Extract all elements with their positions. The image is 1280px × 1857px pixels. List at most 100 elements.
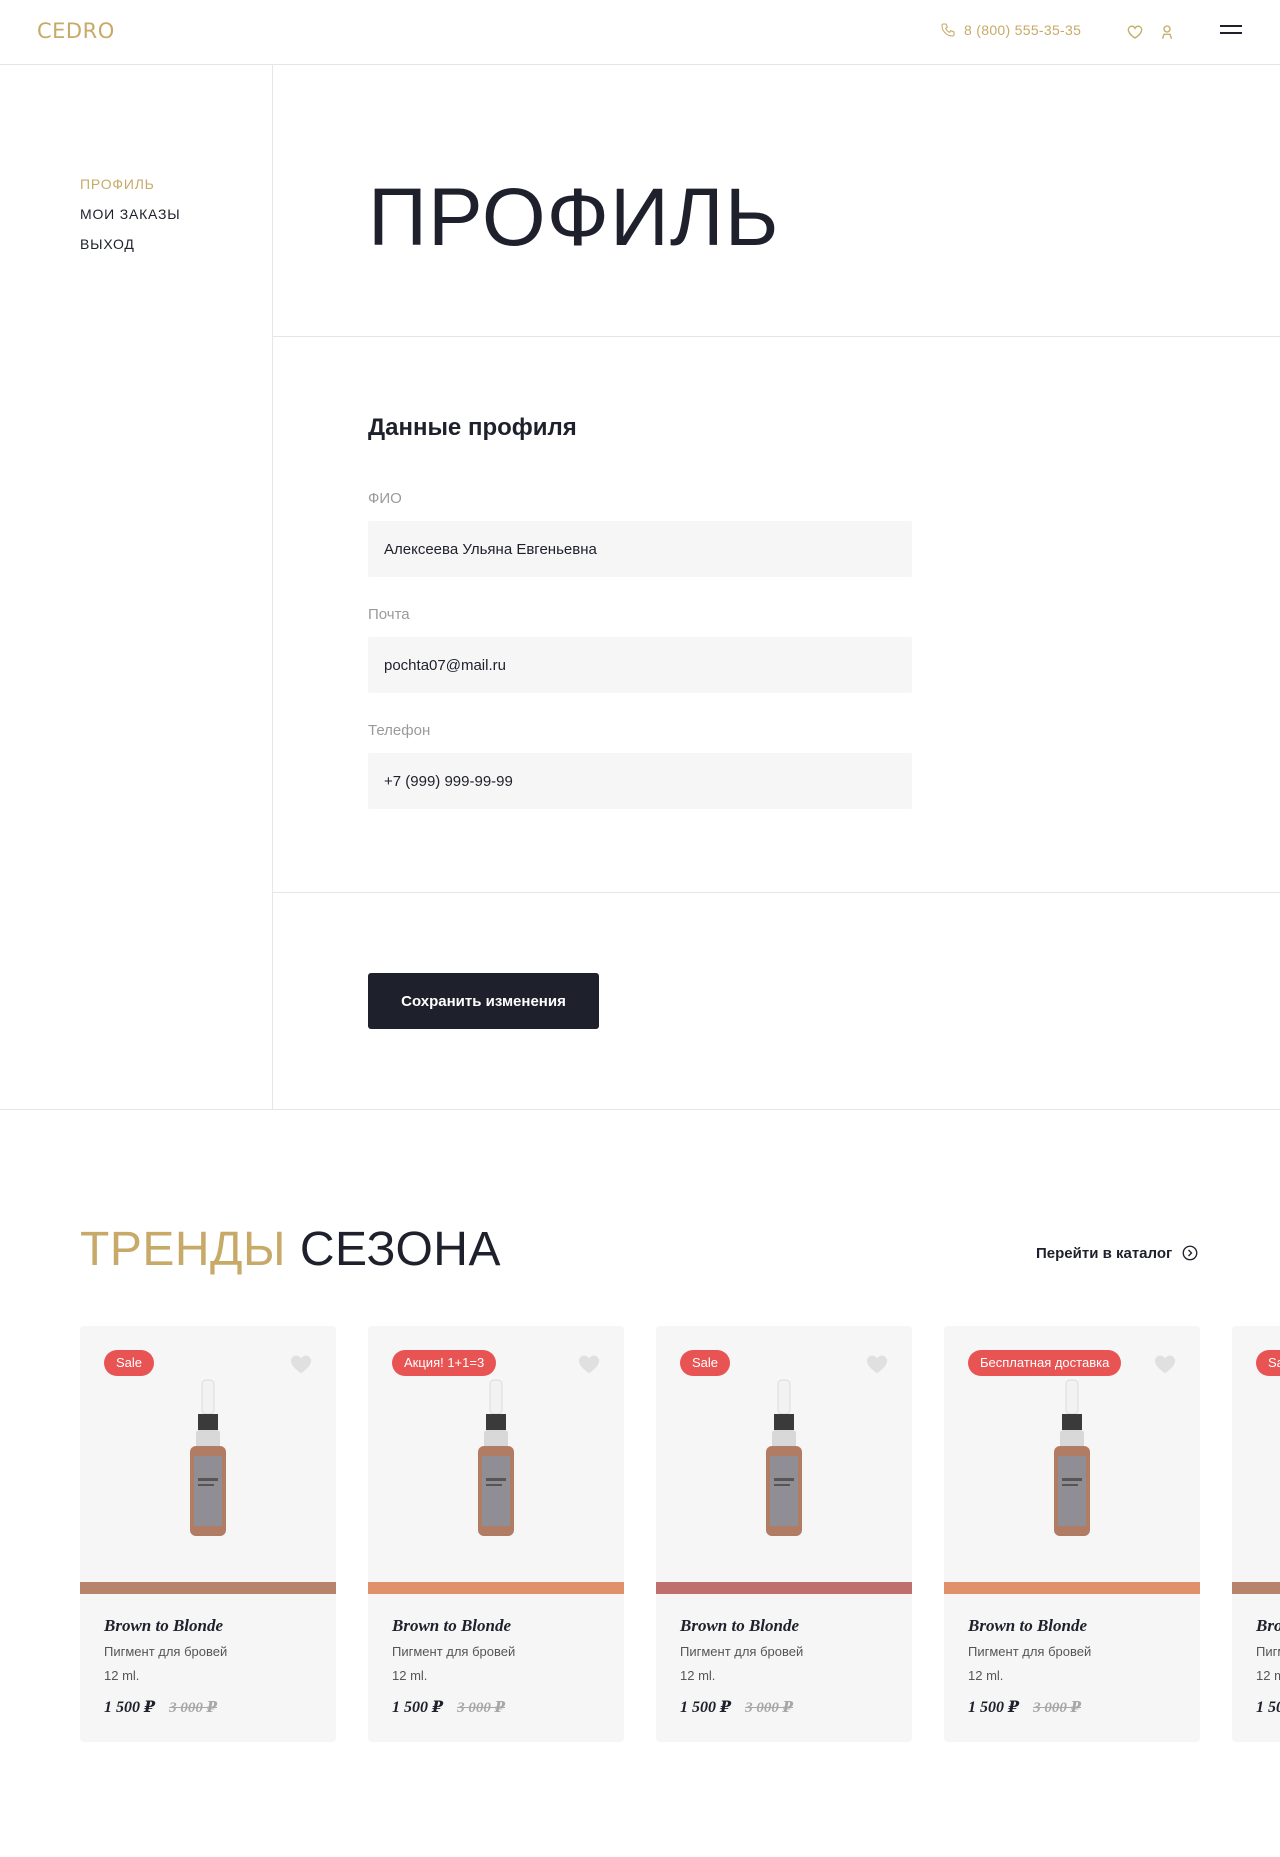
product-card[interactable]: Sale Brown to Blonde Пигмент для бровей 12 … bbox=[1232, 1326, 1280, 1742]
promo-badge: Sale bbox=[680, 1350, 731, 1376]
phone-number: 8 (800) 555-35-35 bbox=[964, 22, 1082, 38]
product-price: 1 500 ₽ bbox=[968, 1699, 1020, 1716]
email-field: Почта bbox=[368, 606, 912, 693]
product-info: Brown to Blonde Пигмент для бровей 12 ml. 1… bbox=[656, 1594, 912, 1717]
burger-line bbox=[1220, 25, 1242, 27]
email-input[interactable] bbox=[368, 637, 912, 693]
product-image-area[interactable]: Бесплатная доставка bbox=[944, 1326, 1200, 1582]
product-name[interactable]: Brown to Blonde bbox=[392, 1616, 600, 1636]
product-info: Brown to Blonde Пигмент для бровей 12 ml. 1… bbox=[1232, 1594, 1280, 1717]
price-row: 1 500 ₽ 3 000 ₽ bbox=[968, 1697, 1176, 1717]
sidebar-divider bbox=[272, 65, 273, 1110]
promo-badge: Бесплатная доставка bbox=[968, 1350, 1122, 1376]
product-subtitle: Пигмент для бровей bbox=[1256, 1644, 1280, 1659]
favorites-button[interactable] bbox=[1125, 22, 1145, 42]
promo-badge: Sale bbox=[104, 1350, 155, 1376]
profile-nav: ПРОФИЛЬ МОИ ЗАКАЗЫ ВЫХОД bbox=[80, 176, 180, 266]
product-volume: 12 ml. bbox=[392, 1668, 428, 1683]
product-price: 1 500 ₽ bbox=[392, 1699, 444, 1716]
section-divider bbox=[0, 1109, 1280, 1110]
divider bbox=[273, 336, 1280, 337]
price-row: 1 500 ₽ 3 000 ₽ bbox=[680, 1697, 888, 1717]
product-info: Brown to Blonde Пигмент для бровей 12 ml. 1… bbox=[944, 1594, 1200, 1717]
page-title: ПРОФИЛЬ bbox=[368, 172, 780, 263]
form-title: Данные профиля bbox=[368, 414, 577, 441]
nav-item-profile[interactable]: ПРОФИЛЬ bbox=[80, 176, 180, 192]
product-image-area[interactable]: Sale bbox=[80, 1326, 336, 1582]
product-volume: 12 ml. bbox=[968, 1668, 1004, 1683]
product-card[interactable]: Бесплатная доставка Brown to Blonde Пигмен… bbox=[944, 1326, 1200, 1742]
trends-title-accent: ТРЕНДЫ bbox=[80, 1223, 287, 1276]
phone-link[interactable]: 8 (800) 555-35-35 bbox=[940, 22, 1081, 38]
product-info: Brown to Blonde Пигмент для бровей 12 ml. 1… bbox=[80, 1594, 336, 1717]
heart-icon[interactable] bbox=[578, 1354, 600, 1374]
heart-icon[interactable] bbox=[1154, 1354, 1176, 1374]
product-subtitle: Пигмент для бровей bbox=[104, 1644, 228, 1659]
price-row: 1 500 ₽ 3 000 ₽ bbox=[104, 1697, 312, 1717]
color-strip bbox=[1232, 1582, 1280, 1594]
phone-icon bbox=[941, 23, 955, 37]
nav-item-orders[interactable]: МОИ ЗАКАЗЫ bbox=[80, 206, 180, 222]
trends-title-rest: СЕЗОНА bbox=[299, 1223, 501, 1276]
product-old-price: 3 000 ₽ bbox=[1033, 1700, 1082, 1716]
email-label: Почта bbox=[368, 606, 410, 623]
save-button[interactable]: Сохранить изменения bbox=[368, 973, 599, 1029]
product-price: 1 500 ₽ bbox=[1256, 1699, 1280, 1716]
price-row: 1 500 ₽ 3 000 ₽ bbox=[392, 1697, 600, 1717]
user-icon bbox=[1161, 25, 1173, 39]
product-name[interactable]: Brown to Blonde bbox=[968, 1616, 1176, 1636]
color-strip bbox=[80, 1582, 336, 1594]
menu-button[interactable] bbox=[1220, 25, 1244, 41]
product-volume: 12 ml. bbox=[104, 1668, 140, 1683]
product-subtitle: Пигмент для бровей bbox=[968, 1644, 1092, 1659]
product-name[interactable]: Brown to Blonde bbox=[680, 1616, 888, 1636]
price-row: 1 500 ₽3 000 ₽ bbox=[1256, 1697, 1280, 1717]
product-old-price: 3 000 ₽ bbox=[745, 1700, 794, 1716]
product-old-price: 3 000 ₽ bbox=[169, 1700, 218, 1716]
pigment-bottle-image bbox=[190, 1379, 226, 1536]
promo-badge: Sale bbox=[1256, 1350, 1280, 1376]
phone-field: Телефон bbox=[368, 722, 912, 809]
phone-label: Телефон bbox=[368, 722, 431, 739]
pigment-bottle-image bbox=[1054, 1379, 1090, 1536]
product-image-area[interactable]: Sale bbox=[656, 1326, 912, 1582]
fio-label: ФИО bbox=[368, 490, 402, 507]
fio-input[interactable] bbox=[368, 521, 912, 577]
product-name[interactable]: Brown to Blonde bbox=[104, 1616, 312, 1636]
heart-icon[interactable] bbox=[290, 1354, 312, 1374]
product-carousel: Sale Brown to Blonde Пигмент для бровей 12 … bbox=[80, 1326, 1280, 1746]
color-strip bbox=[656, 1582, 912, 1594]
product-price: 1 500 ₽ bbox=[680, 1699, 732, 1716]
phone-input[interactable] bbox=[368, 753, 912, 809]
account-button[interactable] bbox=[1157, 22, 1177, 42]
nav-item-logout[interactable]: ВЫХОД bbox=[80, 236, 180, 252]
fio-field: ФИО bbox=[368, 490, 912, 577]
heart-icon bbox=[1127, 25, 1143, 39]
burger-line bbox=[1220, 32, 1242, 34]
product-volume: 12 ml. bbox=[1256, 1668, 1280, 1683]
catalog-link[interactable]: Перейти в каталог bbox=[1036, 1244, 1199, 1262]
product-card[interactable]: Sale Brown to Blonde Пигмент для бровей 12 … bbox=[656, 1326, 912, 1742]
color-strip bbox=[944, 1582, 1200, 1594]
logo[interactable]: CEDRO bbox=[37, 19, 115, 43]
divider bbox=[273, 892, 1280, 893]
product-subtitle: Пигмент для бровей bbox=[392, 1644, 516, 1659]
product-old-price: 3 000 ₽ bbox=[457, 1700, 506, 1716]
product-card[interactable]: Акция! 1+1=3 Brown to Blonde Пигмент для б… bbox=[368, 1326, 624, 1742]
product-price: 1 500 ₽ bbox=[104, 1699, 156, 1716]
site-header: CEDRO 8 (800) 555-35-35 bbox=[0, 0, 1280, 65]
product-image-area[interactable]: Акция! 1+1=3 bbox=[368, 1326, 624, 1582]
pigment-bottle-image bbox=[766, 1379, 802, 1536]
trends-title: ТРЕНДЫ СЕЗОНА bbox=[80, 1220, 501, 1280]
product-card[interactable]: Sale Brown to Blonde Пигмент для бровей 12 … bbox=[80, 1326, 336, 1742]
promo-badge: Акция! 1+1=3 bbox=[392, 1350, 497, 1376]
heart-icon[interactable] bbox=[866, 1354, 888, 1374]
product-image-area[interactable]: Sale bbox=[1232, 1326, 1280, 1582]
catalog-link-label: Перейти в каталог bbox=[1036, 1244, 1173, 1262]
pigment-bottle-image bbox=[478, 1379, 514, 1536]
product-subtitle: Пигмент для бровей bbox=[680, 1644, 804, 1659]
product-name[interactable]: Brown to Blonde bbox=[1256, 1616, 1280, 1636]
arrow-circle-icon bbox=[1182, 1245, 1198, 1261]
product-info: Brown to Blonde Пигмент для бровей 12 ml. 1… bbox=[368, 1594, 624, 1717]
product-volume: 12 ml. bbox=[680, 1668, 716, 1683]
